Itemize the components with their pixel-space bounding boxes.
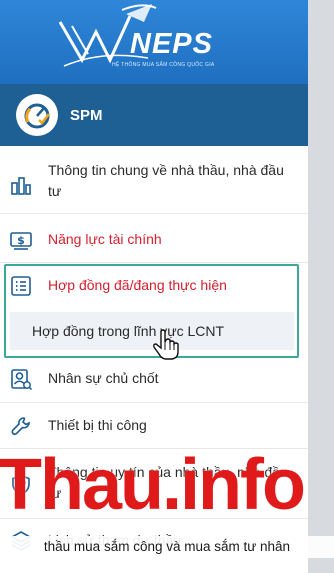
menu-item-key-personnel[interactable]: Nhân sự chủ chốt <box>0 368 308 392</box>
menu-label-equipment: Thiết bị thi công <box>48 417 147 433</box>
watermark: Thau.info <box>0 440 334 540</box>
person-card-icon <box>11 369 32 390</box>
menu-item-equipment[interactable]: Thiết bị thi công <box>0 415 308 439</box>
submenu-label: Hợp đồng trong lĩnh vực LCNT <box>32 323 225 339</box>
menu-item-financial-capacity[interactable]: $ Năng lực tài chính <box>0 229 308 253</box>
menu-label-financial-capacity: Năng lực tài chính <box>48 231 162 247</box>
brand-banner: NEPS HỆ THỐNG MUA SẮM CÔNG QUỐC GIA <box>0 0 308 84</box>
svg-text:$: $ <box>17 234 25 247</box>
brand-tagline: HỆ THỐNG MUA SẮM CÔNG QUỐC GIA <box>112 62 215 68</box>
divider <box>0 262 308 263</box>
divider <box>0 213 308 214</box>
module-title: SPM <box>70 106 103 124</box>
menu-item-general-info[interactable]: Thông tin chung về nhà thầu, nhà đầu tư <box>0 160 308 210</box>
menu-label-general-info: Thông tin chung về nhà thầu, nhà đầu tư <box>48 162 284 199</box>
menu-label-contracts: Hợp đồng đã/đang thực hiện <box>48 277 227 293</box>
module-header[interactable]: SPM <box>0 84 308 146</box>
gauge-check-icon <box>16 94 58 136</box>
list-icon <box>11 276 31 296</box>
menu-item-contracts[interactable]: Hợp đồng đã/đang thực hiện <box>0 275 308 299</box>
divider <box>0 402 308 403</box>
brand-name: NEPS <box>130 28 213 60</box>
hand-cursor-icon <box>153 329 179 360</box>
menu-label-key-personnel: Nhân sự chủ chốt <box>48 370 159 386</box>
watermark-caption: thầu mua sắm công và mua sắm tư nhân <box>0 536 334 558</box>
building-chart-icon <box>11 177 31 195</box>
dollar-card-icon: $ <box>10 232 32 250</box>
watermark-logo-text: Thau.info <box>0 445 306 525</box>
wrench-icon <box>11 417 30 436</box>
